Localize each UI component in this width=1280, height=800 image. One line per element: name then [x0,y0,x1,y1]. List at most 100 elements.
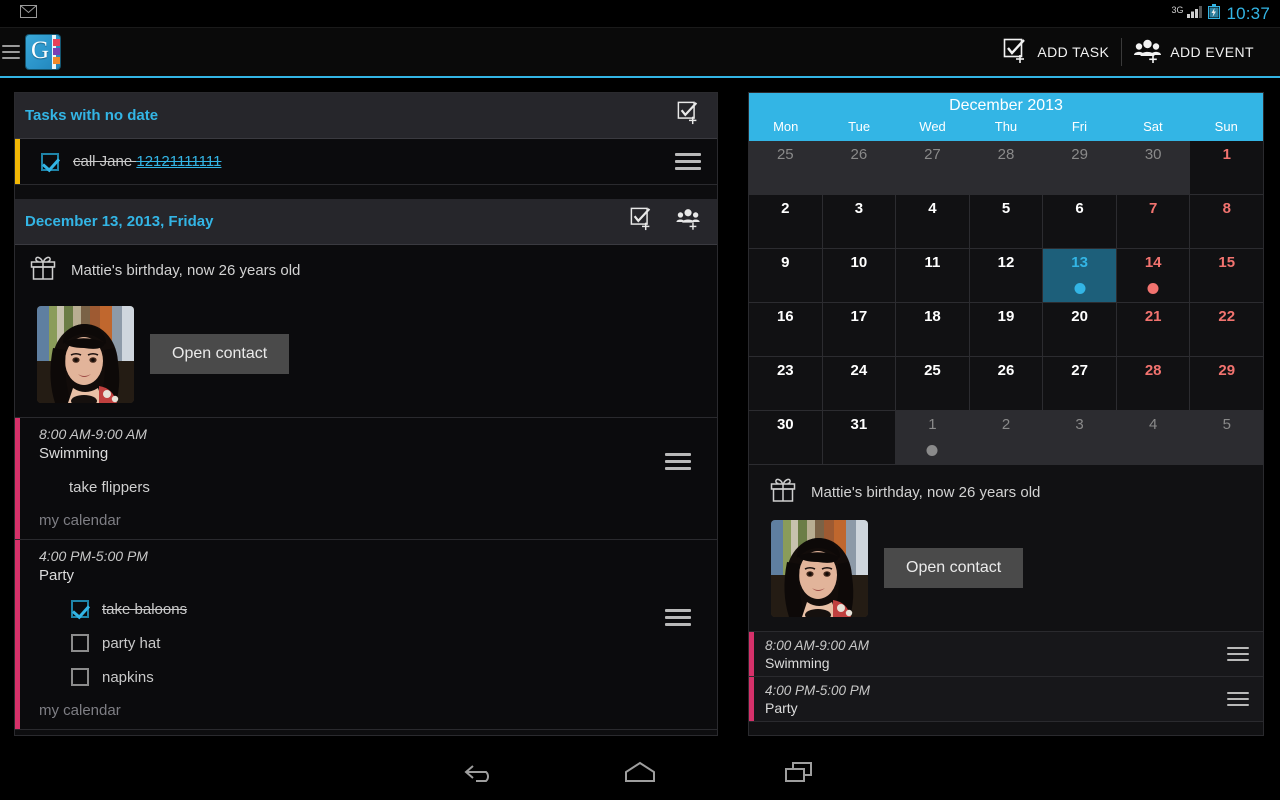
status-bar: 3G 10:37 [0,0,1280,28]
checklist-checkbox[interactable] [71,600,89,618]
event-block-swimming[interactable]: 8:00 AM-9:00 AM Swimming take flippers m… [15,418,717,540]
calendar-panel[interactable]: December 2013 Mon Tue Wed Thu Fri Sat Su… [748,92,1264,736]
checklist-checkbox[interactable] [71,668,89,686]
calendar-day-cell[interactable]: 25 [749,141,823,195]
drag-handle-icon[interactable] [1227,692,1249,706]
calendar-day-cell[interactable]: 29 [1190,357,1263,411]
detail-event-row[interactable]: 8:00 AM-9:00 AM Swimming [749,632,1263,677]
contact-avatar[interactable] [771,520,868,617]
detail-event-list: 8:00 AM-9:00 AM Swimming 4:00 PM-5:00 PM… [749,631,1263,722]
calendar-day-cell[interactable]: 7 [1116,195,1191,249]
drag-handle-icon[interactable] [665,608,691,626]
event-checklist-item[interactable]: party hat [71,634,665,652]
calendar-day-cell[interactable]: 27 [896,141,970,195]
calendar-day-cell[interactable]: 14 [1116,249,1191,303]
calendar-day-cell[interactable]: 19 [969,303,1044,357]
calendar-day-cell[interactable]: 1 [1190,141,1263,195]
calendar-day-cell[interactable]: 28 [1116,357,1191,411]
calendar-day-cell[interactable]: 17 [822,303,897,357]
event-note: take flippers [69,479,150,496]
calendar-day-cell[interactable]: 5 [969,195,1044,249]
event-time: 8:00 AM-9:00 AM [39,426,147,442]
calendar-day-cell[interactable]: 22 [1190,303,1263,357]
calendar-day-cell[interactable]: 12 [969,249,1044,303]
calendar-day-cell[interactable]: 24 [822,357,897,411]
calendar-day-cell[interactable]: 30 [1116,141,1191,195]
section-title: Tasks with no date [25,107,159,124]
calendar-day-cell[interactable]: 5 [1190,411,1263,465]
calendar-day-cell[interactable]: 4 [1116,411,1191,465]
home-icon[interactable] [622,760,658,789]
event-title: Swimming [765,654,830,671]
calendar-day-cell[interactable]: 26 [969,357,1044,411]
task-phone-link[interactable]: 12121111111 [136,153,221,170]
add-task-icon[interactable] [630,207,654,236]
calendar-month-title[interactable]: December 2013 [749,93,1263,119]
event-block-party[interactable]: 4:00 PM-5:00 PM Party take baloons party… [15,540,717,730]
calendar-grid[interactable]: 25 26 27 28 29 30 1 2 3 4 5 6 7 8 9 10 11 12 13 14 15 16 17 18 1… [749,141,1263,465]
app-logo-icon[interactable]: G [26,35,60,69]
calendar-day-cell[interactable]: 8 [1190,195,1263,249]
calendar-day-cell[interactable]: 18 [896,303,970,357]
back-arrow-icon[interactable] [464,760,498,789]
calendar-day-cell[interactable]: 11 [896,249,970,303]
calendar-day-cell[interactable]: 21 [1116,303,1191,357]
calendar-day-cell[interactable]: 29 [1043,141,1117,195]
section-title: December 13, 2013, Friday [25,213,214,230]
add-event-icon[interactable] [676,207,701,236]
calendar-day-cell[interactable]: 16 [749,303,823,357]
calendar-day-cell[interactable]: 23 [749,357,823,411]
calendar-day-cell[interactable]: 4 [896,195,970,249]
calendar-day-cell[interactable]: 13 [1043,249,1117,303]
calendar-day-cell[interactable]: 1 [896,411,970,465]
add-task-button[interactable]: ADD TASK [991,32,1121,72]
clock: 10:37 [1226,3,1270,23]
detail-contact-block[interactable]: Open contact [749,512,1263,631]
calendar-event-dot [1074,283,1086,294]
contact-block[interactable]: Open contact [15,294,717,418]
calendar-day-number: 10 [850,254,868,271]
open-contact-button[interactable]: Open contact [884,548,1024,588]
agenda-panel[interactable]: Tasks with no date call Jane 12121111111… [14,92,718,736]
drag-handle-icon[interactable] [1227,647,1249,661]
birthday-label: Mattie's birthday, now 26 years old [71,262,301,279]
calendar-day-cell[interactable]: 31 [822,411,897,465]
add-task-icon[interactable] [677,101,701,130]
calendar-day-cell[interactable]: 6 [1043,195,1117,249]
calendar-day-cell[interactable]: 2 [749,195,823,249]
calendar-day-cell[interactable]: 9 [749,249,823,303]
hamburger-icon[interactable] [2,45,20,59]
status-bar-system: 3G 10:37 [1171,3,1280,24]
task-row[interactable]: call Jane 12121111111 [15,139,717,185]
contact-avatar[interactable] [37,306,134,403]
calendar-day-cell[interactable]: 20 [1043,303,1117,357]
calendar-day-number: 28 [1144,362,1162,379]
calendar-day-cell[interactable]: 3 [1043,411,1117,465]
mail-icon [20,4,37,23]
calendar-day-cell[interactable]: 10 [822,249,897,303]
event-checklist-item[interactable]: take baloons [71,600,665,618]
recent-apps-icon[interactable] [782,760,816,789]
weekday-fri: Fri [1071,119,1087,134]
calendar-day-cell[interactable]: 26 [822,141,897,195]
add-event-button[interactable]: ADD EVENT [1122,32,1266,72]
calendar-day-cell[interactable]: 2 [969,411,1044,465]
calendar-day-number: 20 [1071,308,1088,325]
calendar-day-number: 5 [1222,416,1231,433]
open-contact-button[interactable]: Open contact [150,334,290,374]
drag-handle-icon[interactable] [675,153,701,170]
calendar-day-cell[interactable]: 27 [1043,357,1117,411]
checklist-checkbox[interactable] [71,634,89,652]
calendar-day-cell[interactable]: 25 [896,357,970,411]
detail-event-row[interactable]: 4:00 PM-5:00 PM Party [749,677,1263,722]
drag-handle-icon[interactable] [665,452,691,470]
calendar-day-number: 7 [1149,200,1158,217]
calendar-day-cell[interactable]: 30 [749,411,823,465]
calendar-day-cell[interactable]: 28 [969,141,1044,195]
detail-birthday-row[interactable]: Mattie's birthday, now 26 years old [749,465,1263,512]
birthday-row[interactable]: Mattie's birthday, now 26 years old [15,245,717,294]
event-checklist-item[interactable]: napkins [71,668,665,686]
calendar-day-cell[interactable]: 3 [822,195,897,249]
calendar-day-cell[interactable]: 15 [1190,249,1263,303]
task-checkbox[interactable] [41,152,59,171]
